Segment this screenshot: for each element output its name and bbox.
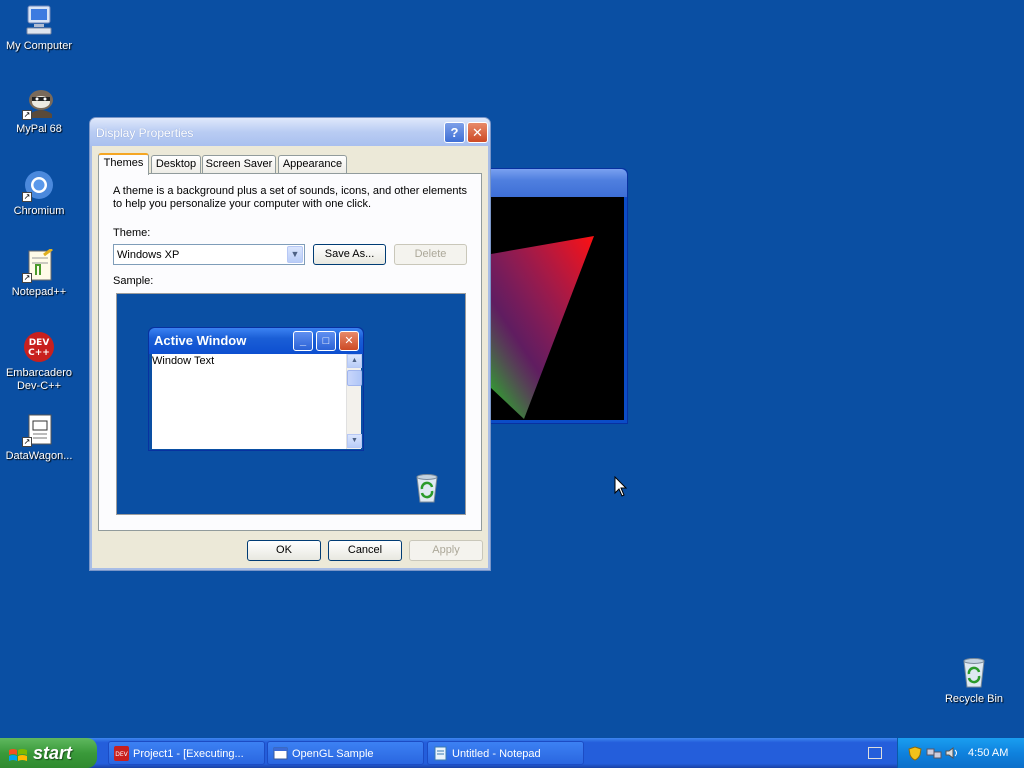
desktop-icon-label: DataWagon...	[5, 450, 73, 462]
start-label: start	[33, 743, 73, 763]
theme-label: Theme:	[113, 227, 151, 239]
taskbar-button-label: OpenGL Sample	[292, 748, 374, 760]
apply-button[interactable]: Apply	[409, 540, 483, 561]
opengl-sample-window[interactable]	[470, 168, 628, 424]
notepad-icon	[433, 746, 448, 761]
desktop-icon-devcpp[interactable]: DEV C++ Embarcadero Dev-C++	[0, 330, 78, 393]
theme-select[interactable]: Windows XP ▼	[113, 244, 305, 265]
tab-label: Screen Saver	[205, 158, 273, 170]
clock[interactable]: 4:50 AM	[968, 747, 1008, 759]
sample-active-window: Active Window _ □ ✕ Window Text ▲ ▼	[148, 327, 364, 451]
close-icon: ✕	[339, 331, 359, 351]
recycle-bin-icon	[413, 472, 441, 504]
devcpp-icon: DEV C++	[22, 330, 56, 364]
shortcut-arrow-icon: ↗	[22, 273, 32, 283]
opengl-window-titlebar[interactable]	[471, 169, 627, 197]
chromium-icon: ↗	[22, 168, 56, 202]
chevron-down-icon[interactable]: ▼	[287, 246, 303, 263]
system-tray: 4:50 AM	[897, 738, 1024, 768]
desktop-icon-mypal[interactable]: ↗ MyPal 68	[0, 86, 78, 136]
recycle-bin-icon	[957, 656, 991, 690]
desktop-icon-label: Notepad++	[11, 286, 67, 298]
scroll-up-icon: ▲	[347, 354, 362, 368]
save-as-button[interactable]: Save As...	[313, 244, 386, 265]
sample-window-title: Active Window	[154, 333, 247, 348]
maximize-icon: □	[316, 331, 336, 351]
svg-text:DEV: DEV	[115, 751, 128, 758]
desktop-icon-datawagon[interactable]: ↗ DataWagon...	[0, 413, 78, 463]
keyboard-icon[interactable]	[868, 747, 882, 759]
desktop-icon-label: MyPal 68	[16, 123, 62, 135]
devcpp-icon: DEV	[114, 746, 129, 761]
sample-scrollbar: ▲ ▼	[346, 354, 362, 449]
desktop-icon-label: Recycle Bin	[944, 693, 1004, 705]
svg-text:C++: C++	[28, 348, 50, 358]
taskbar-button-label: Untitled - Notepad	[452, 748, 541, 760]
ok-button[interactable]: OK	[247, 540, 321, 561]
document-icon: ↗	[22, 413, 56, 447]
taskbar-button-opengl-sample[interactable]: OpenGL Sample	[267, 741, 424, 765]
shortcut-arrow-icon: ↗	[22, 110, 32, 120]
desktop-icon-my-computer[interactable]: My Computer	[0, 3, 78, 53]
sample-window-text: Window Text	[152, 355, 215, 367]
shortcut-arrow-icon: ↗	[22, 437, 32, 447]
tab-appearance[interactable]: Appearance	[278, 155, 347, 174]
cancel-button[interactable]: Cancel	[328, 540, 402, 561]
desktop-icon-chromium[interactable]: ↗ Chromium	[0, 168, 78, 218]
desktop-icon-label: My Computer	[5, 40, 73, 52]
network-icon[interactable]	[926, 746, 942, 763]
windows-flag-icon	[8, 744, 28, 762]
dialog-title: Display Properties	[96, 126, 194, 140]
desktop-icon-recycle-bin[interactable]: Recycle Bin	[935, 656, 1013, 706]
scroll-down-icon: ▼	[347, 434, 362, 448]
tab-label: Appearance	[282, 158, 343, 170]
themes-panel: A theme is a background plus a set of so…	[98, 173, 482, 531]
dialog-titlebar[interactable]: Display Properties ? ✕	[90, 118, 490, 146]
tab-desktop[interactable]: Desktop	[151, 155, 201, 174]
taskbar-button-notepad[interactable]: Untitled - Notepad	[427, 741, 584, 765]
start-button[interactable]: start	[0, 738, 97, 768]
tab-themes[interactable]: Themes	[98, 153, 149, 175]
taskbar: start DEV Project1 - [Executing... OpenG…	[0, 738, 1024, 768]
speaker-icon[interactable]	[945, 746, 959, 763]
close-button[interactable]: ✕	[467, 122, 488, 143]
desktop-icon-label: Embarcadero Dev-C++	[5, 367, 73, 392]
desktop-icon-label: Chromium	[13, 205, 65, 217]
theme-select-value: Windows XP	[117, 249, 180, 261]
theme-sample-preview: Active Window _ □ ✕ Window Text ▲ ▼	[116, 293, 466, 515]
notepadpp-icon: ↗	[22, 247, 56, 283]
display-properties-dialog[interactable]: Display Properties ? ✕ Themes Desktop Sc…	[89, 117, 491, 571]
minimize-icon: _	[293, 331, 313, 351]
delete-button[interactable]: Delete	[394, 244, 467, 265]
tab-label: Themes	[103, 157, 144, 169]
sample-window-titlebar: Active Window _ □ ✕	[149, 328, 363, 354]
sample-label: Sample:	[113, 275, 154, 287]
scroll-thumb	[347, 370, 362, 386]
mouse-pointer-icon	[614, 475, 628, 498]
help-button[interactable]: ?	[444, 122, 465, 143]
desktop-icon-notepadpp[interactable]: ↗ Notepad++	[0, 247, 78, 299]
svg-text:DEV: DEV	[29, 338, 50, 348]
tab-screen-saver[interactable]: Screen Saver	[202, 155, 276, 174]
sample-window-body: Window Text ▲ ▼	[152, 354, 362, 449]
taskbar-button-label: Project1 - [Executing...	[133, 748, 244, 760]
shortcut-arrow-icon: ↗	[22, 192, 32, 202]
security-shield-icon[interactable]	[908, 746, 922, 764]
window-icon	[273, 746, 288, 761]
theme-description: A theme is a background plus a set of so…	[113, 185, 468, 210]
taskbar-button-project1[interactable]: DEV Project1 - [Executing...	[108, 741, 265, 765]
computer-icon	[22, 3, 56, 37]
tab-label: Desktop	[155, 158, 197, 170]
opengl-canvas[interactable]	[474, 197, 624, 420]
raccoon-icon: ↗	[22, 86, 56, 120]
